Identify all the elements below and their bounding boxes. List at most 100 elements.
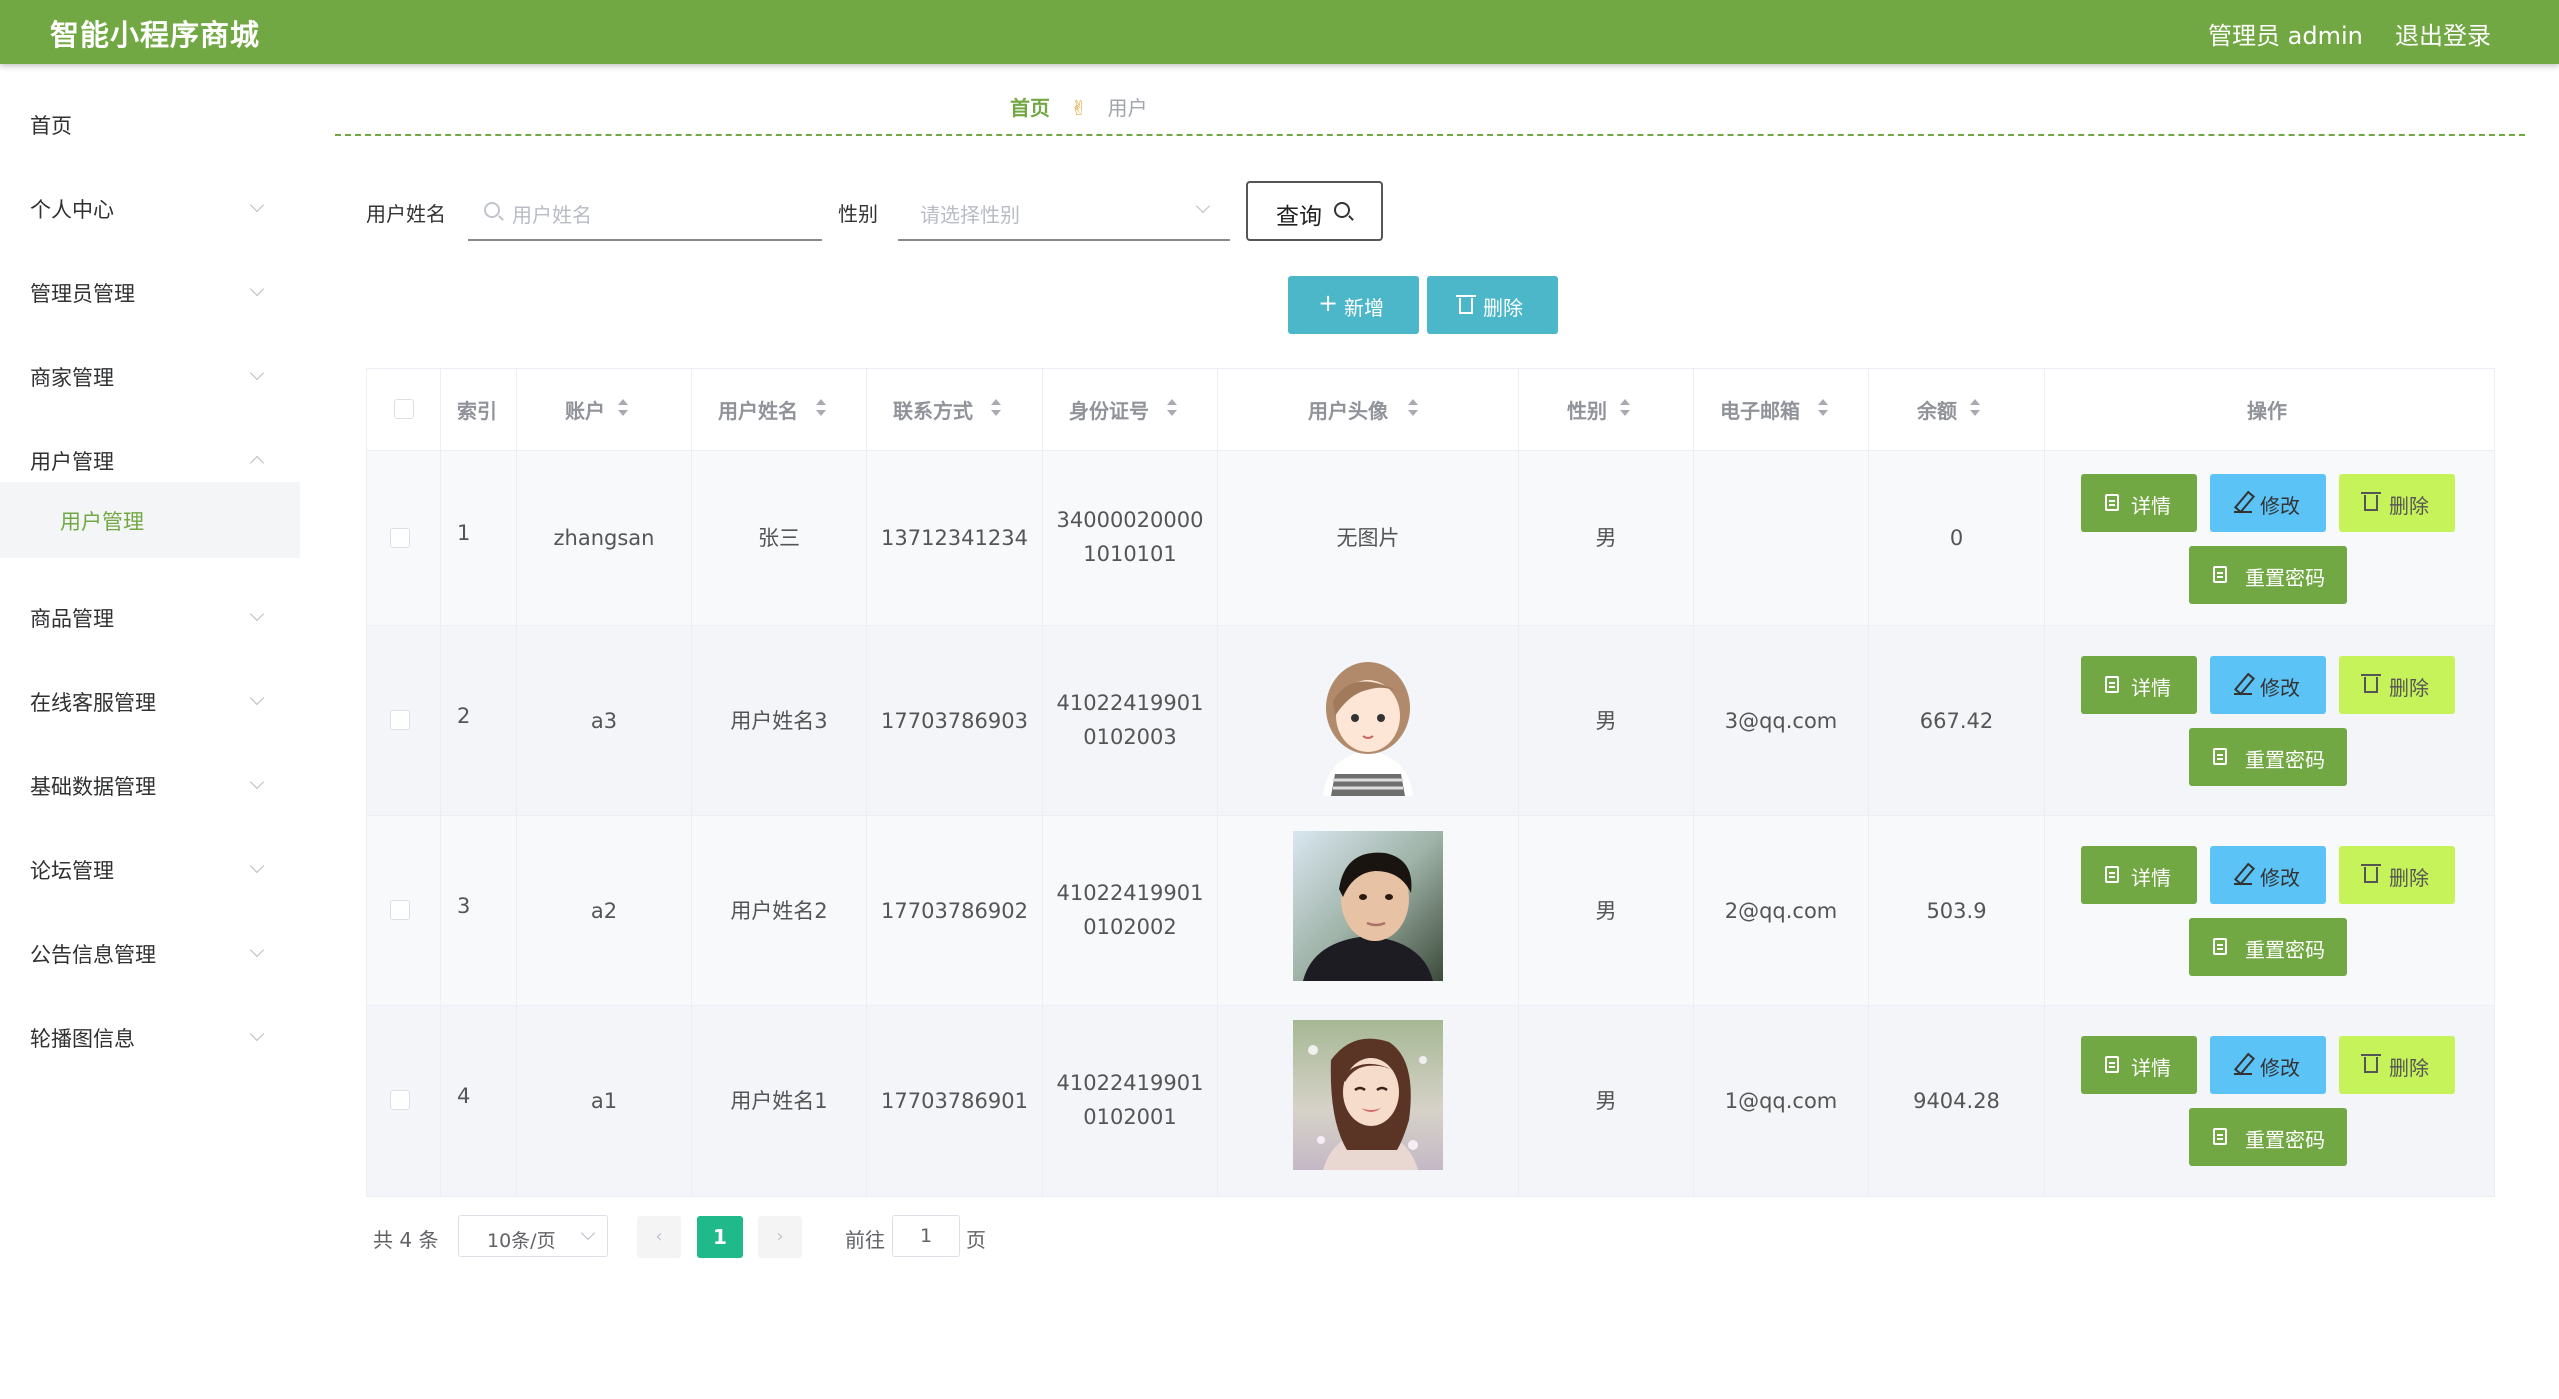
edit-icon (2234, 491, 2252, 513)
detail-button[interactable]: 详情 (2081, 1036, 2197, 1094)
sidebar-item-home[interactable]: 首页 (0, 82, 300, 166)
cell-text: 用户姓名1 (730, 1089, 828, 1113)
column-header-account[interactable]: 账户 (517, 369, 692, 451)
logout-link[interactable]: 退出登录 (2395, 16, 2491, 51)
edit-button[interactable]: 修改 (2210, 846, 2326, 904)
page-number-current[interactable]: 1 (697, 1216, 743, 1258)
sidebar-item-personal-center[interactable]: 个人中心 (0, 166, 300, 250)
reset-password-button[interactable]: 重置密码 (2189, 728, 2347, 786)
sort-icon[interactable] (1167, 399, 1177, 417)
row-select-cell (367, 1006, 441, 1196)
column-header-label: 用户姓名 (718, 399, 798, 423)
add-button-label: 新增 (1344, 296, 1384, 320)
victory-hand-icon: ✌ (1070, 96, 1088, 120)
document-icon (2105, 676, 2119, 693)
sort-icon[interactable] (1408, 399, 1418, 417)
column-header-avatar[interactable]: 用户头像 (1218, 369, 1519, 451)
cell-text: 17703786901 (881, 1089, 1028, 1113)
cell-text: 3@qq.com (1724, 709, 1838, 733)
cell-email: 1@qq.com (1694, 1006, 1869, 1196)
cell-index: 4 (441, 1006, 517, 1196)
sidebar-item-admin-management[interactable]: 管理员管理 (0, 250, 300, 334)
query-button[interactable]: 查询 (1246, 181, 1383, 241)
goto-page-input[interactable]: 1 (892, 1215, 960, 1257)
plus-icon: + (1318, 289, 1339, 317)
cell-text: 41022419901 (1056, 691, 1204, 715)
reset-password-button-label: 重置密码 (2245, 566, 2325, 590)
row-checkbox[interactable] (390, 1090, 410, 1110)
add-button[interactable]: + 新增 (1288, 276, 1419, 334)
batch-delete-button[interactable]: 删除 (1427, 276, 1558, 334)
delete-button[interactable]: 删除 (2339, 474, 2455, 532)
edit-button[interactable]: 修改 (2210, 474, 2326, 532)
cell-ops: 详情 修改 删除 重置密码 (2045, 1006, 2494, 1196)
next-page-button[interactable]: › (758, 1216, 802, 1258)
cartoon-girl-avatar (1293, 646, 1443, 796)
cell-gender: 男 (1519, 451, 1694, 625)
name-search-input[interactable]: 用户姓名 (468, 181, 822, 241)
cell-text: 34000020000 (1056, 508, 1204, 532)
sidebar-item-product-management[interactable]: 商品管理 (0, 575, 300, 659)
sort-icon[interactable] (1620, 399, 1630, 417)
page-size-select[interactable]: 10条/页 (458, 1215, 608, 1257)
row-checkbox[interactable] (390, 528, 410, 548)
column-header-balance[interactable]: 余额 (1869, 369, 2045, 451)
prev-page-button[interactable]: ‹ (637, 1216, 681, 1258)
delete-button-label: 删除 (2389, 494, 2429, 518)
reset-password-button[interactable]: 重置密码 (2189, 918, 2347, 976)
column-header-gender[interactable]: 性别 (1519, 369, 1694, 451)
column-header-id-card[interactable]: 身份证号 (1043, 369, 1218, 451)
chevron-down-icon (249, 774, 265, 790)
column-header-label: 余额 (1917, 399, 1957, 423)
delete-button[interactable]: 删除 (2339, 1036, 2455, 1094)
sidebar-item-online-service[interactable]: 在线客服管理 (0, 659, 300, 743)
sidebar-item-merchant-management[interactable]: 商家管理 (0, 334, 300, 418)
column-header-phone[interactable]: 联系方式 (867, 369, 1043, 451)
cell-phone: 17703786903 (867, 626, 1043, 815)
gender-select[interactable]: 请选择性别 (898, 181, 1230, 241)
delete-button-label: 删除 (2389, 1056, 2429, 1080)
page-size-value: 10条/页 (487, 1230, 556, 1252)
sort-icon[interactable] (816, 399, 826, 417)
edit-button[interactable]: 修改 (2210, 656, 2326, 714)
cell-balance: 9404.28 (1869, 1006, 2045, 1196)
sort-icon[interactable] (991, 399, 1001, 417)
sidebar-item-carousel[interactable]: 轮播图信息 (0, 995, 300, 1079)
sidebar-item-forum[interactable]: 论坛管理 (0, 827, 300, 911)
cell-text: 用户姓名3 (730, 709, 828, 733)
sidebar-item-label: 商品管理 (30, 607, 114, 631)
app-title: 智能小程序商城 (50, 18, 261, 52)
reset-password-button[interactable]: 重置密码 (2189, 1108, 2347, 1166)
table-row: 2 a3 用户姓名3 17703786903 41022419901 01020… (367, 626, 2494, 816)
column-header-name[interactable]: 用户姓名 (692, 369, 867, 451)
sort-icon[interactable] (1970, 399, 1980, 417)
delete-button[interactable]: 删除 (2339, 846, 2455, 904)
cell-text: zhangsan (553, 526, 655, 550)
sidebar-subitem-user-management[interactable]: 用户管理 (0, 482, 300, 558)
sort-icon[interactable] (618, 399, 628, 417)
edit-button[interactable]: 修改 (2210, 1036, 2326, 1094)
table-row: 3 a2 用户姓名2 17703786902 41022419901 01020… (367, 816, 2494, 1006)
no-image-text: 无图片 (1336, 526, 1400, 550)
man-photo-avatar (1293, 831, 1443, 981)
cell-id-card: 41022419901 0102001 (1043, 1006, 1218, 1196)
document-icon (2105, 1056, 2119, 1073)
detail-button[interactable]: 详情 (2081, 474, 2197, 532)
row-checkbox[interactable] (390, 710, 410, 730)
column-header-index: 索引 (441, 369, 517, 451)
detail-button-label: 详情 (2131, 676, 2171, 700)
column-header-email[interactable]: 电子邮箱 (1694, 369, 1869, 451)
cell-id-card: 41022419901 0102003 (1043, 626, 1218, 815)
row-checkbox[interactable] (390, 900, 410, 920)
delete-button[interactable]: 删除 (2339, 656, 2455, 714)
sidebar-item-label: 在线客服管理 (30, 691, 156, 715)
detail-button[interactable]: 详情 (2081, 846, 2197, 904)
detail-button[interactable]: 详情 (2081, 656, 2197, 714)
sidebar-item-base-data[interactable]: 基础数据管理 (0, 743, 300, 827)
cell-email (1694, 451, 1869, 625)
select-all-checkbox[interactable] (394, 399, 414, 419)
sidebar-item-notice[interactable]: 公告信息管理 (0, 911, 300, 995)
breadcrumb-home[interactable]: 首页 (1010, 96, 1050, 120)
reset-password-button[interactable]: 重置密码 (2189, 546, 2347, 604)
sort-icon[interactable] (1818, 399, 1828, 417)
